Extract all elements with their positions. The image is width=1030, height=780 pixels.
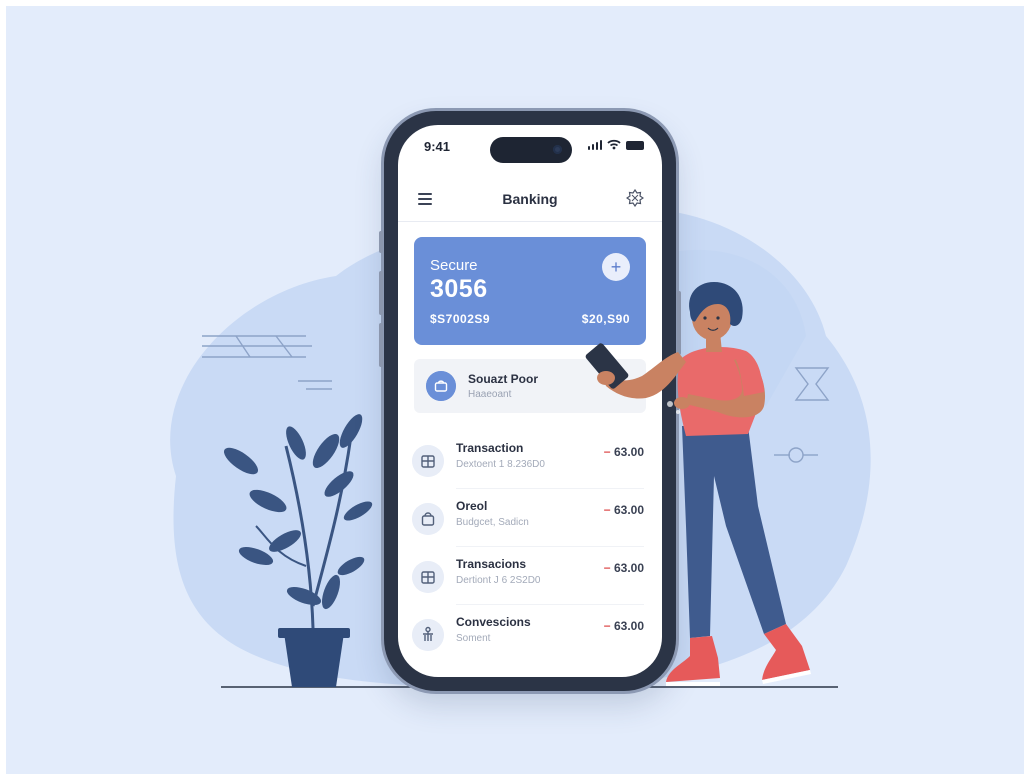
person-icon	[412, 619, 444, 651]
transaction-row[interactable]: Transacions Dertiont J 6 2S2D0 − 63.00	[412, 557, 648, 605]
amount-sign: −	[603, 503, 611, 517]
illustration-canvas: 9:41 Banking Secure 3056 $S7002S9 $20,S9…	[6, 6, 1024, 774]
wallet-icon	[426, 371, 456, 401]
transaction-subtitle: Soment	[456, 633, 491, 644]
account-subtitle: Haaeoant	[468, 389, 512, 400]
transaction-amount: − 63.00	[604, 503, 644, 517]
battery-icon	[626, 141, 644, 150]
amount-value: 63.00	[613, 619, 644, 633]
camera-icon	[553, 145, 562, 154]
card-label: Secure	[430, 257, 478, 274]
amount-value: 63.00	[613, 445, 644, 459]
status-time: 9:41	[424, 139, 451, 154]
amount-value: 63.00	[613, 561, 644, 575]
transaction-amount: − 63.00	[604, 561, 644, 575]
phone-side-button	[379, 271, 383, 315]
dynamic-island	[490, 137, 572, 163]
app-header: Banking	[398, 177, 662, 222]
app-title: Banking	[502, 191, 558, 207]
phone-screen: 9:41 Banking Secure 3056 $S7002S9 $20,S9…	[398, 125, 662, 677]
phone-device: 9:41 Banking Secure 3056 $S7002S9 $20,S9…	[379, 111, 681, 691]
wifi-icon	[607, 139, 621, 150]
balance-card[interactable]: Secure 3056 $S7002S9 $20,S90 +	[414, 237, 646, 345]
transaction-row[interactable]: Transaction Dextoent 1 8.236D0 − 63.00	[412, 441, 648, 489]
phone-side-button	[379, 231, 383, 253]
transaction-title: Transacions	[456, 557, 527, 571]
amount-value: 63.00	[613, 503, 644, 517]
card-add-button[interactable]: +	[602, 253, 630, 281]
transaction-subtitle: Dertiont J 6 2S2D0	[456, 575, 541, 586]
transaction-subtitle: Budgcet, Sadicn	[456, 517, 529, 528]
amount-sign: −	[603, 561, 611, 575]
transaction-row[interactable]: Oreol Budgcet, Sadicn − 63.00	[412, 499, 648, 547]
transaction-subtitle: Dextoent 1 8.236D0	[456, 459, 545, 470]
transaction-title: Convescions	[456, 615, 531, 629]
bank-icon	[412, 445, 444, 477]
account-row[interactable]: Souazt Poor Haaeoant	[414, 359, 646, 413]
status-icons	[587, 139, 644, 150]
amount-sign: −	[603, 619, 611, 633]
card-balance-right: $20,S90	[581, 312, 630, 326]
bag-icon	[412, 503, 444, 535]
signal-icon	[587, 139, 602, 150]
phone-side-button	[677, 291, 681, 355]
transaction-amount: − 63.00	[604, 445, 644, 459]
card-number: 3056	[430, 275, 488, 303]
transaction-title: Oreol	[456, 499, 488, 513]
settings-icon[interactable]	[626, 189, 644, 207]
transaction-row[interactable]: Convescions Soment − 63.00	[412, 615, 648, 663]
account-title: Souazt Poor	[468, 372, 539, 386]
transaction-title: Transaction	[456, 441, 524, 455]
phone-side-button	[379, 323, 383, 367]
status-bar: 9:41	[398, 125, 662, 175]
bank-icon	[412, 561, 444, 593]
amount-sign: −	[603, 445, 611, 459]
card-balance-left: $S7002S9	[430, 312, 491, 326]
transaction-amount: − 63.00	[604, 619, 644, 633]
